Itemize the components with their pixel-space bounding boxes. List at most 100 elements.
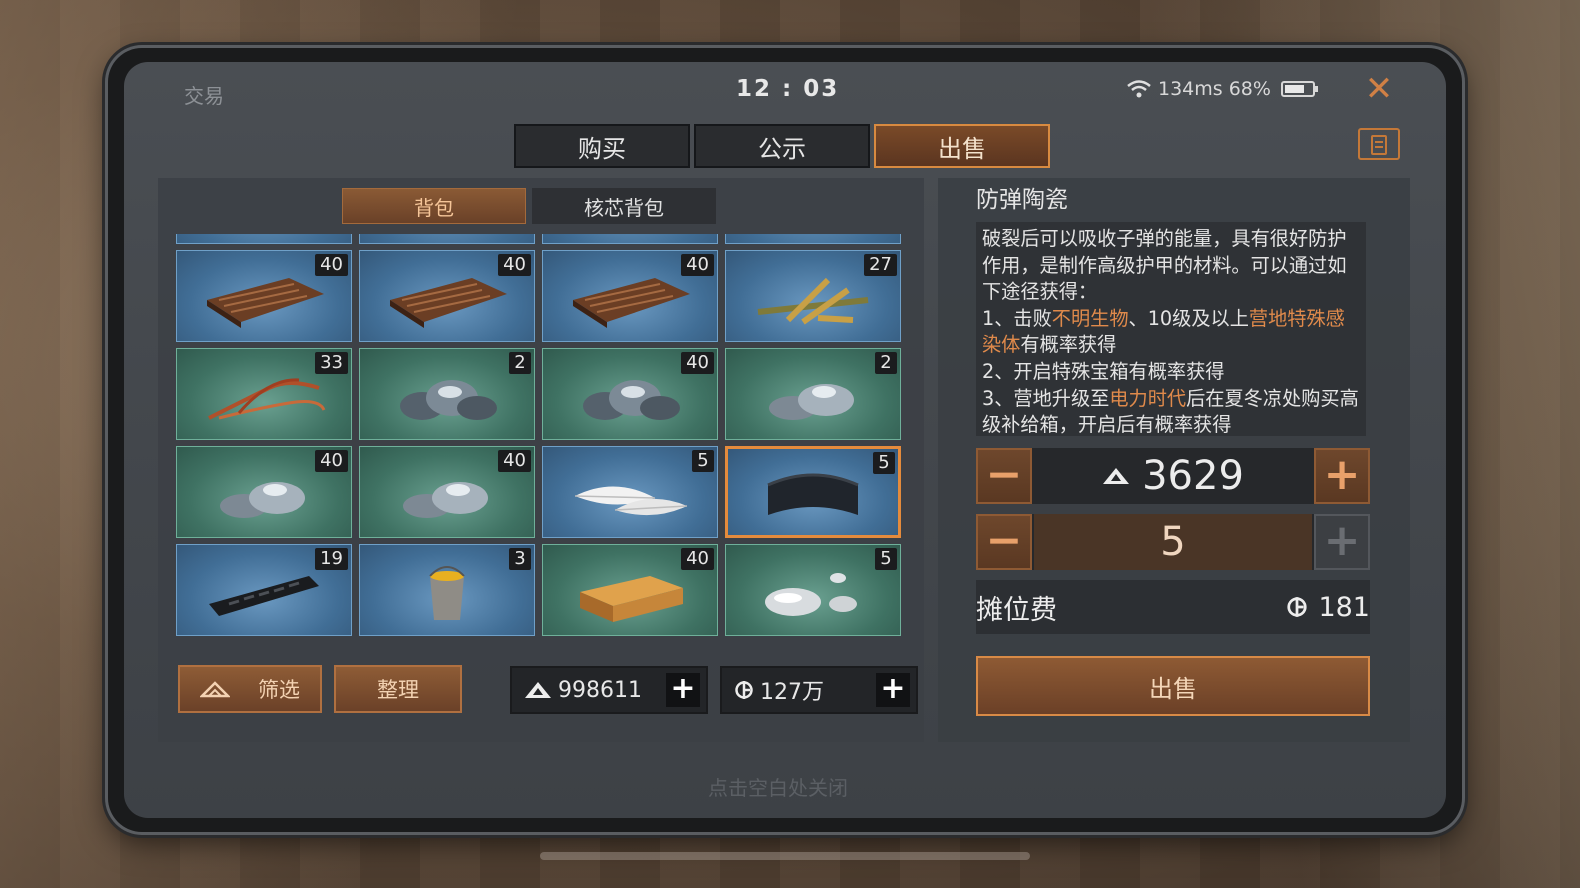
coin-icon	[735, 681, 753, 699]
ore-icon	[400, 379, 497, 420]
tab-announce[interactable]: 公示	[694, 124, 870, 168]
item-count: 5	[873, 452, 895, 474]
inventory-slot-selected[interactable]: 5	[725, 446, 901, 538]
sort-button[interactable]: 整理	[334, 665, 462, 713]
price-display: 3629	[1034, 448, 1312, 504]
crystal-amount: 998611	[558, 677, 642, 703]
quantity-decrease-button[interactable]: −	[976, 514, 1032, 570]
desc-line-1c: 、10级及以上	[1128, 306, 1249, 330]
inventory-slot[interactable]: 40	[542, 348, 718, 440]
inventory-slot[interactable]: 40	[176, 446, 352, 538]
inventory-slot[interactable]: 5	[725, 544, 901, 636]
inventory-slot[interactable]: 40	[359, 446, 535, 538]
close-button[interactable]: ✕	[1362, 72, 1396, 108]
crystal-icon	[525, 682, 551, 698]
item-count: 40	[681, 548, 714, 570]
crystal-balance: 998611 +	[510, 666, 708, 714]
price-decrease-button[interactable]: −	[976, 448, 1032, 504]
price-stepper: − 3629 +	[976, 448, 1370, 504]
filter-icon	[200, 681, 230, 698]
coin-amount: 127万	[760, 680, 824, 705]
item-count: 5	[692, 450, 714, 472]
status-indicators: 134ms 68%	[1126, 78, 1318, 100]
item-count: 40	[498, 450, 531, 472]
clock: 12 : 03	[736, 76, 840, 102]
inventory-slot[interactable]: 33	[176, 348, 352, 440]
wood-plank-icon	[207, 277, 324, 328]
item-name: 防弹陶瓷	[976, 187, 1068, 213]
inventory-slot[interactable]: 5	[542, 446, 718, 538]
feather-icon	[574, 486, 688, 515]
add-crystal-button[interactable]: +	[666, 673, 700, 707]
item-count: 40	[315, 254, 348, 276]
inventory-slot[interactable]	[176, 234, 352, 244]
price-increase-button[interactable]: +	[1314, 448, 1370, 504]
inventory-slot[interactable]: 40	[542, 544, 718, 636]
item-count: 40	[498, 254, 531, 276]
item-count: 2	[509, 352, 531, 374]
inventory-slot[interactable]	[725, 234, 901, 244]
close-hint: 点击空白处关闭	[708, 776, 848, 800]
desc-link-electric-era: 电力时代	[1109, 386, 1187, 410]
desc-line-1e: 有概率获得	[1020, 333, 1117, 357]
main-tabs: 购买 公示 出售	[514, 124, 1050, 168]
branch-icon	[757, 277, 869, 325]
record-button[interactable]	[1358, 128, 1400, 160]
inventory-slot[interactable]: 3	[359, 544, 535, 636]
rifle-handguard-icon	[209, 575, 319, 616]
item-count: 19	[315, 548, 348, 570]
item-count: 27	[864, 254, 897, 276]
coin-icon	[1287, 597, 1308, 617]
wifi-icon	[1127, 80, 1151, 98]
quantity-display[interactable]: 5	[1034, 514, 1312, 570]
ore-icon	[403, 481, 488, 518]
coin-balance: 127万 +	[720, 666, 918, 714]
desc-line-2: 2、开启特殊宝箱有概率获得	[982, 359, 1225, 383]
ore-icon	[769, 383, 854, 420]
filter-button[interactable]: 筛选	[178, 665, 322, 713]
booth-fee: 181	[1286, 592, 1370, 623]
inventory-slot[interactable]: 2	[725, 348, 901, 440]
vine-icon	[208, 378, 326, 420]
inventory-slot[interactable]: 2	[359, 348, 535, 440]
inventory-grid[interactable]: 40 40 40 27 33 2 40 2 40 40 5 5 19 3 40 …	[176, 234, 904, 640]
tab-core-backpack[interactable]: 核芯背包	[532, 188, 716, 224]
tab-buy[interactable]: 购买	[514, 124, 690, 168]
mercury-icon	[765, 572, 857, 616]
tab-sell[interactable]: 出售	[874, 124, 1050, 168]
quantity-value: 5	[1160, 519, 1186, 565]
inventory-slot[interactable]: 40	[176, 250, 352, 342]
inventory-slot[interactable]	[542, 234, 718, 244]
inventory-slot[interactable]: 19	[176, 544, 352, 636]
crystal-icon	[1103, 468, 1130, 484]
clipboard-icon	[1371, 135, 1387, 155]
ore-icon	[583, 379, 680, 420]
item-count: 40	[315, 450, 348, 472]
tab-backpack[interactable]: 背包	[342, 188, 526, 224]
trade-screen: 交易 12 : 03 134ms 68% ✕ 购买 公示 出售 背包 核芯背包	[124, 62, 1446, 818]
inventory-slot[interactable]: 40	[542, 250, 718, 342]
item-description: 破裂后可以吸收子弹的能量，具有很好防护作用，是制作高级护甲的材料。可以通过如下途…	[976, 222, 1366, 436]
desc-line-1a: 1、击败	[982, 306, 1052, 330]
add-coin-button[interactable]: +	[876, 673, 910, 707]
item-count: 40	[681, 352, 714, 374]
desc-intro: 破裂后可以吸收子弹的能量，具有很好防护作用，是制作高级护甲的材料。可以通过如下途…	[982, 227, 1347, 304]
item-count: 3	[509, 548, 531, 570]
item-count: 33	[315, 352, 348, 374]
quantity-stepper: − 5 +	[976, 514, 1370, 570]
inventory-slot[interactable]: 40	[359, 250, 535, 342]
inventory-slot[interactable]: 27	[725, 250, 901, 342]
wood-plank-icon	[390, 277, 507, 328]
quantity-increase-button[interactable]: +	[1314, 514, 1370, 570]
filter-label: 筛选	[258, 678, 300, 702]
network-status: 134ms 68%	[1158, 78, 1271, 100]
wood-plank-icon	[573, 277, 690, 328]
sell-button[interactable]: 出售	[976, 656, 1370, 716]
price-value: 3629	[1142, 453, 1244, 499]
booth-fee-label: 摊位费	[976, 594, 1057, 626]
desc-line-3a: 3、营地升级至	[982, 386, 1110, 410]
paint-bucket-icon	[429, 565, 465, 620]
sort-label: 整理	[377, 678, 419, 702]
inventory-slot[interactable]	[359, 234, 535, 244]
sell-label: 出售	[1149, 674, 1197, 703]
